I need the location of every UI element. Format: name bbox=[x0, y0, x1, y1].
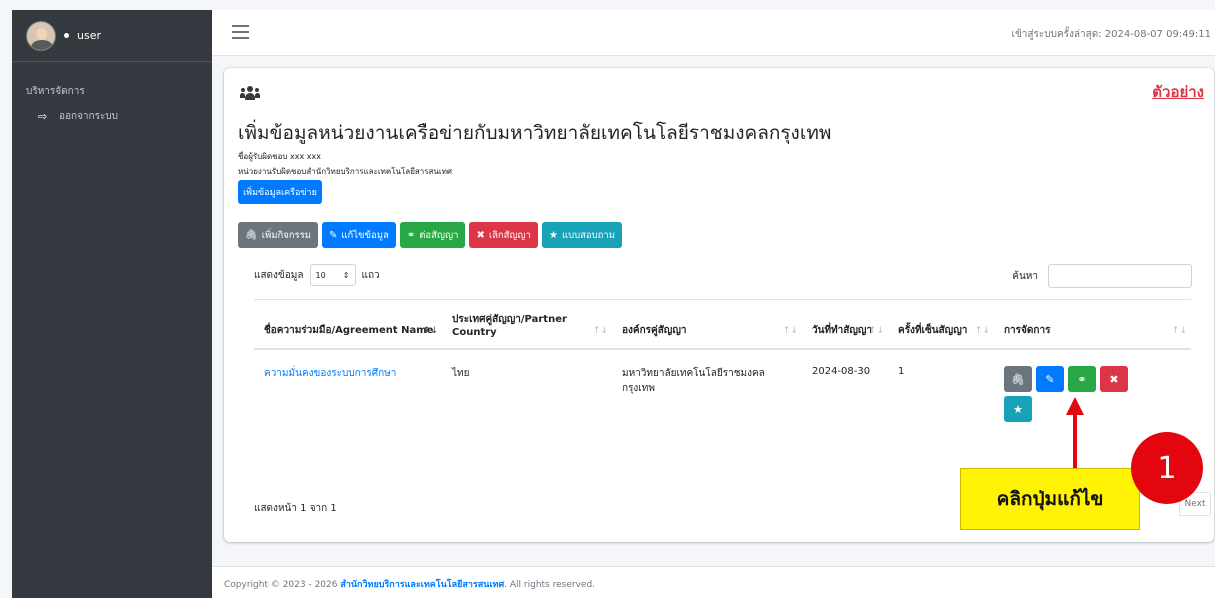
button-label: เลิกสัญญา bbox=[488, 229, 531, 241]
row-add-activity-button[interactable]: 🖇 bbox=[1004, 366, 1032, 392]
search-input[interactable] bbox=[1048, 264, 1192, 288]
footer-org-link[interactable]: สำนักวิทยบริการและเทคโนโลยีสารสนเทศ bbox=[340, 580, 504, 590]
sort-icon: ↑↓ bbox=[422, 326, 438, 336]
page-length-control: แสดงข้อมูล 10 ⇕ แถว bbox=[254, 264, 380, 286]
footer: Copyright © 2023 - 2026 สำนักวิทยบริการแ… bbox=[212, 566, 1215, 598]
handshake-icon: ⚭ bbox=[406, 229, 416, 241]
col-partner-country[interactable]: ประเทศคู่สัญญา/Partner Country ↑↓ bbox=[442, 299, 612, 350]
search-label: ค้นหา bbox=[1012, 270, 1038, 282]
add-network-button[interactable]: เพิ่มข้อมูลเครือข่าย bbox=[238, 180, 322, 204]
sort-caret-icon: ⇕ bbox=[342, 270, 350, 280]
cancel-contract-button[interactable]: ✖ เลิกสัญญา bbox=[469, 222, 538, 248]
col-management[interactable]: การจัดการ ↑↓ bbox=[994, 299, 1191, 350]
sidebar: user บริหารจัดการ ⇨ ออกจากระบบ bbox=[12, 10, 212, 598]
sort-icon: ↑↓ bbox=[974, 326, 990, 336]
hamburger-menu-icon[interactable] bbox=[232, 25, 249, 39]
paperclip-icon: 🖇 bbox=[245, 229, 258, 241]
responsible-unit: หน่วยงานรับผิดชอบสำนักวิทยบริการและเทคโน… bbox=[238, 167, 452, 176]
length-suffix: แถว bbox=[361, 269, 380, 281]
cell-count: 1 bbox=[898, 366, 905, 377]
col-agreement-name[interactable]: ชื่อความร่วมมือ/Agreement Name ↑↓ bbox=[254, 299, 442, 350]
page-length-value: 10 bbox=[315, 270, 326, 280]
button-label: แบบสอบถาม bbox=[561, 229, 616, 241]
cell-country: ไทย bbox=[452, 368, 470, 379]
sort-icon: ↑↓ bbox=[868, 326, 884, 336]
page-length-select[interactable]: 10 ⇕ bbox=[309, 264, 356, 286]
paperclip-icon: 🖇 bbox=[1011, 372, 1025, 386]
user-panel[interactable]: user bbox=[12, 10, 212, 62]
username: user bbox=[77, 29, 101, 42]
table-row: ความมั่นคงของระบบการศึกษา ไทย มหาวิทยาลั… bbox=[254, 349, 1191, 432]
annotation-step-badge: 1 bbox=[1131, 432, 1203, 504]
users-icon bbox=[240, 86, 260, 100]
row-questionnaire-button[interactable]: ★ bbox=[1004, 396, 1032, 422]
handshake-icon: ⚭ bbox=[1077, 372, 1087, 386]
edit-icon: ✎ bbox=[329, 229, 338, 241]
annotation-arrow bbox=[1073, 412, 1077, 468]
sort-icon: ↑↓ bbox=[592, 326, 608, 336]
agreement-name-link[interactable]: ความมั่นคงของระบบการศึกษา bbox=[264, 368, 396, 379]
star-icon: ★ bbox=[1013, 402, 1023, 416]
user-times-icon: ✖ bbox=[476, 229, 485, 241]
col-sign-count[interactable]: ครั้งที่เซ็นสัญญา ↑↓ bbox=[888, 299, 994, 350]
action-toolbar: 🖇 เพิ่มกิจกรรม ✎ แก้ไขข้อมูล ⚭ ต่อสัญญา … bbox=[238, 222, 623, 248]
avatar bbox=[26, 20, 56, 51]
menu-header: บริหารจัดการ bbox=[26, 86, 85, 97]
table-header-row: ชื่อความร่วมมือ/Agreement Name ↑↓ ประเทศค… bbox=[254, 299, 1191, 350]
row-edit-button[interactable]: ✎ bbox=[1036, 366, 1064, 392]
footer-prefix: Copyright © 2023 - 2026 bbox=[224, 580, 341, 590]
responsible-person: ชื่อผู้รับผิดชอบ xxx xxx bbox=[238, 152, 321, 161]
edit-icon: ✎ bbox=[1045, 372, 1055, 386]
status-dot-icon bbox=[64, 33, 69, 38]
col-contract-date[interactable]: วันที่ทำสัญญา ↑↓ bbox=[802, 299, 888, 350]
row-cancel-button[interactable]: ✖ bbox=[1100, 366, 1128, 392]
sort-icon: ↑↓ bbox=[782, 326, 798, 336]
row-renew-button[interactable]: ⚭ bbox=[1068, 366, 1096, 392]
button-label: ต่อสัญญา bbox=[419, 229, 459, 241]
sidebar-item-label: ออกจากระบบ bbox=[59, 111, 119, 122]
sign-out-icon: ⇨ bbox=[38, 110, 48, 123]
last-login-text: เข้าสู่ระบบครั้งล่าสุด: 2024-08-07 09:49… bbox=[1011, 29, 1211, 40]
renew-contract-button[interactable]: ⚭ ต่อสัญญา bbox=[399, 222, 466, 248]
star-icon: ★ bbox=[548, 229, 558, 241]
button-label: แก้ไขข้อมูล bbox=[341, 229, 389, 241]
table-info: แสดงหน้า 1 จาก 1 bbox=[254, 503, 337, 514]
sort-icon: ↑↓ bbox=[1171, 326, 1187, 336]
col-partner-org[interactable]: องค์กรคู่สัญญา ↑↓ bbox=[612, 299, 802, 350]
questionnaire-button[interactable]: ★ แบบสอบถาม bbox=[541, 222, 623, 248]
example-label: ตัวอย่าง bbox=[1152, 83, 1204, 101]
sidebar-item-logout[interactable]: ⇨ ออกจากระบบ bbox=[12, 99, 212, 124]
cell-management: 🖇 ✎ ⚭ ✖ ★ bbox=[994, 349, 1191, 432]
footer-suffix: . All rights reserved. bbox=[504, 580, 596, 590]
user-times-icon: ✖ bbox=[1109, 372, 1119, 386]
length-prefix: แสดงข้อมูล bbox=[254, 269, 304, 281]
add-activity-button[interactable]: 🖇 เพิ่มกิจกรรม bbox=[238, 222, 319, 248]
cell-org: มหาวิทยาลัยเทคโนโลยีราชมงคลกรุงเทพ bbox=[622, 368, 765, 394]
annotation-callout: คลิกปุ่มแก้ไข bbox=[960, 468, 1140, 530]
page-title: เพิ่มข้อมูลหน่วยงานเครือข่ายกับมหาวิทยาล… bbox=[238, 122, 832, 144]
agreements-table: ชื่อความร่วมมือ/Agreement Name ↑↓ ประเทศค… bbox=[254, 299, 1191, 432]
search-control: ค้นหา bbox=[1012, 264, 1192, 288]
edit-data-button[interactable]: ✎ แก้ไขข้อมูล bbox=[322, 222, 396, 248]
topbar: เข้าสู่ระบบครั้งล่าสุด: 2024-08-07 09:49… bbox=[212, 10, 1215, 56]
button-label: เพิ่มกิจกรรม bbox=[261, 229, 312, 241]
cell-date: 2024-08-30 bbox=[812, 366, 871, 377]
